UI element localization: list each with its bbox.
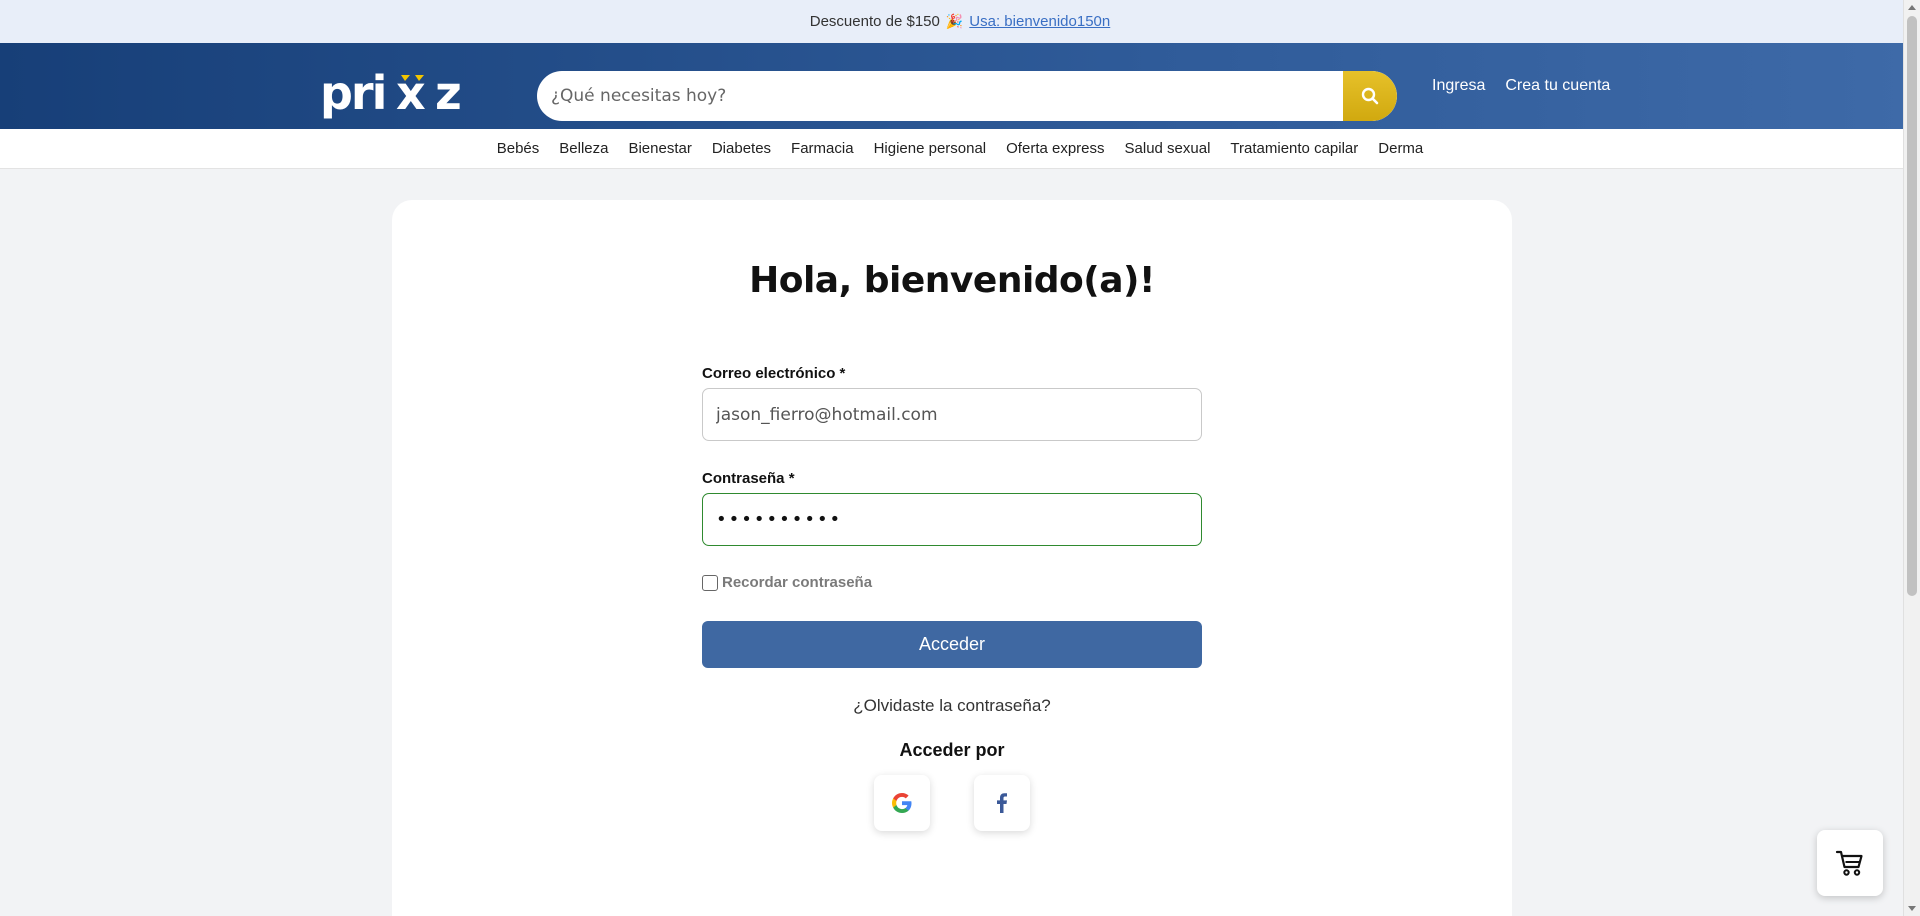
forgot-password: ¿Olvidaste la contraseña? [702,696,1202,716]
search-button[interactable] [1343,71,1397,121]
scroll-up-arrow-icon[interactable] [1908,5,1916,10]
search-input[interactable] [537,71,1343,121]
facebook-login-button[interactable] [974,775,1030,831]
email-label: Correo electrónico * [702,365,846,382]
site-header: pri x z Ingresa Crea tu cuenta [0,43,1920,129]
google-login-button[interactable] [874,775,930,831]
nav-item-belleza[interactable]: Belleza [559,140,608,157]
facebook-icon [997,793,1007,813]
promo-bar: Descuento de $150 🎉 Usa: bienvenido150n [0,0,1920,43]
search-icon [1361,87,1379,105]
account-links: Ingresa Crea tu cuenta [1432,43,1610,129]
svg-text:pri: pri [320,69,385,119]
email-field-wrapper [702,388,1202,441]
submit-button[interactable]: Acceder [702,621,1202,668]
password-field-wrapper [702,493,1202,546]
page-scrollbar[interactable] [1903,0,1920,916]
register-link[interactable]: Crea tu cuenta [1505,77,1610,95]
login-form: Correo electrónico * Contraseña * Record… [702,365,1202,831]
scroll-down-arrow-icon[interactable] [1908,906,1916,911]
google-icon [892,793,912,813]
category-nav: Bebés Belleza Bienestar Diabetes Farmaci… [0,129,1920,169]
prixz-logo[interactable]: pri x z [320,69,478,119]
nav-item-bienestar[interactable]: Bienestar [628,140,691,157]
nav-item-tratamiento-capilar[interactable]: Tratamiento capilar [1230,140,1358,157]
page-title: Hola, bienvenido(a)! [749,260,1155,301]
party-popper-icon: 🎉 [945,13,964,29]
nav-item-bebes[interactable]: Bebés [497,140,540,157]
remember-label[interactable]: Recordar contraseña [722,574,872,591]
password-field[interactable] [716,509,1188,530]
nav-item-higiene-personal[interactable]: Higiene personal [874,140,987,157]
promo-text: Descuento de $150 [809,13,940,30]
nav-item-diabetes[interactable]: Diabetes [712,140,771,157]
nav-item-farmacia[interactable]: Farmacia [791,140,854,157]
cart-button[interactable] [1817,830,1883,896]
promo-code-link[interactable]: Usa: bienvenido150n [969,13,1110,30]
forgot-password-link[interactable]: ¿Olvidaste la contraseña? [853,696,1051,715]
password-label: Contraseña * [702,470,795,487]
social-login-buttons [702,775,1202,831]
social-login-title: Acceder por [899,740,1005,760]
login-link[interactable]: Ingresa [1432,77,1485,95]
email-field[interactable] [716,404,1188,425]
scroll-thumb[interactable] [1907,16,1917,596]
nav-item-oferta-express[interactable]: Oferta express [1006,140,1104,157]
login-card: Hola, bienvenido(a)! Correo electrónico … [392,200,1512,916]
shopping-cart-icon [1835,850,1863,876]
svg-text:z: z [435,69,462,119]
remember-password: Recordar contraseña [702,574,1202,591]
remember-checkbox[interactable] [702,574,718,591]
nav-item-salud-sexual[interactable]: Salud sexual [1125,140,1211,157]
search-bar [537,71,1397,121]
nav-item-derma[interactable]: Derma [1378,140,1423,157]
